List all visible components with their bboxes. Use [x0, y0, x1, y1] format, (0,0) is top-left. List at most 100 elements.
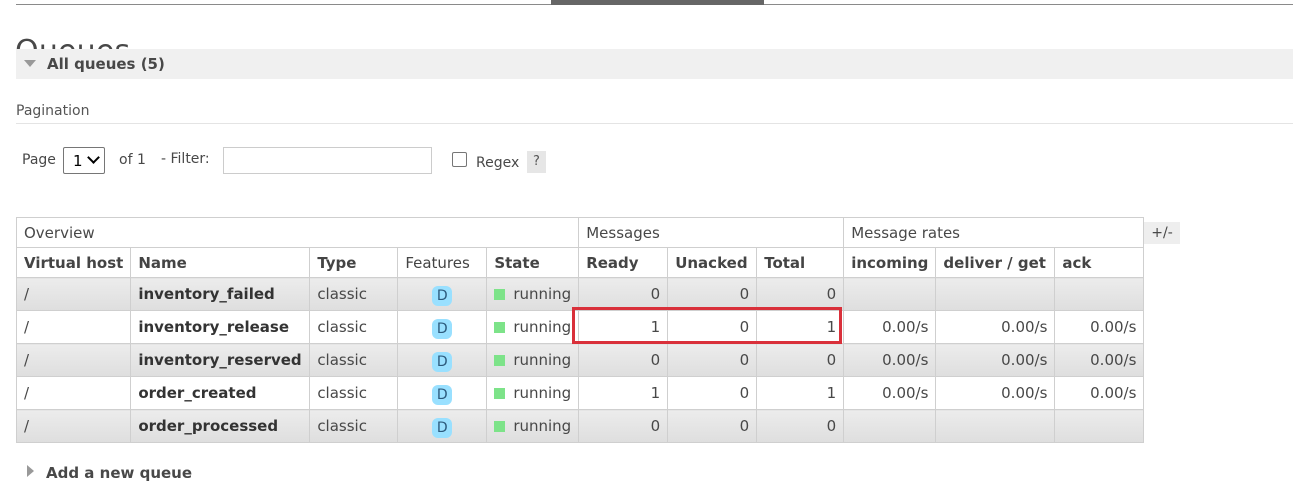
- vhost-cell: /: [15, 343, 132, 377]
- col-deliver-get[interactable]: deliver / get: [935, 247, 1056, 278]
- deliver-get-cell: [935, 277, 1056, 311]
- ack-cell: 0.00/s: [1054, 310, 1145, 344]
- running-status-icon: [494, 322, 506, 333]
- page-count-label: of 1: [119, 152, 146, 168]
- running-status-icon: [494, 355, 506, 366]
- unacked-cell: 0: [667, 277, 758, 311]
- chevron-down-icon: [87, 151, 100, 164]
- ready-cell: 0: [578, 343, 669, 377]
- active-tab-indicator: [551, 0, 764, 5]
- state-cell: running: [486, 376, 580, 410]
- regex-help-button[interactable]: ?: [527, 151, 546, 173]
- ready-cell: 0: [578, 277, 669, 311]
- total-cell: 1: [756, 376, 845, 410]
- col-unacked[interactable]: Unacked: [667, 247, 758, 278]
- col-type[interactable]: Type: [309, 247, 399, 278]
- unacked-cell: 0: [667, 376, 758, 410]
- vhost-cell: /: [15, 277, 132, 311]
- durable-badge: D: [432, 286, 453, 306]
- pagination-heading: Pagination: [16, 103, 90, 119]
- vhost-cell: /: [15, 376, 132, 410]
- table-row: / inventory_reserved classic D running 0…: [15, 343, 1145, 377]
- col-state[interactable]: State: [486, 247, 580, 278]
- incoming-cell: 0.00/s: [843, 343, 937, 377]
- running-status-icon: [494, 421, 506, 432]
- type-cell: classic: [309, 310, 399, 344]
- all-queues-section-toggle[interactable]: All queues (5): [16, 49, 1293, 79]
- type-cell: classic: [309, 409, 399, 443]
- durable-badge: D: [432, 352, 453, 372]
- pagination-divider: [16, 123, 1293, 124]
- incoming-cell: 0.00/s: [843, 376, 937, 410]
- state-cell: running: [486, 310, 580, 344]
- incoming-cell: [843, 409, 937, 443]
- ack-cell: 0.00/s: [1054, 343, 1145, 377]
- table-row: / order_created classic D running 1 0 1 …: [15, 376, 1145, 410]
- vhost-cell: /: [15, 409, 132, 443]
- group-message-rates: Message rates: [843, 217, 1145, 248]
- total-cell: 0: [756, 409, 845, 443]
- deliver-get-cell: [935, 409, 1056, 443]
- features-cell: D: [397, 409, 488, 443]
- total-cell: 0: [756, 277, 845, 311]
- expand-triangle-icon: [27, 465, 34, 477]
- highlight-box: [572, 307, 842, 344]
- deliver-get-cell: 0.00/s: [935, 376, 1056, 410]
- running-status-icon: [494, 289, 506, 300]
- col-name[interactable]: Name: [130, 247, 311, 278]
- regex-checkbox[interactable]: [452, 152, 467, 167]
- ack-cell: 0.00/s: [1054, 376, 1145, 410]
- collapse-triangle-icon: [24, 60, 36, 67]
- col-features: Features: [397, 247, 488, 278]
- features-cell: D: [397, 310, 488, 344]
- ack-cell: [1054, 277, 1145, 311]
- group-messages: Messages: [578, 217, 845, 248]
- add-queue-label: Add a new queue: [46, 464, 193, 482]
- queue-name-link[interactable]: inventory_failed: [130, 277, 311, 311]
- queue-name-link[interactable]: inventory_release: [130, 310, 311, 344]
- table-row: / inventory_failed classic D running 0 0…: [15, 277, 1145, 311]
- running-status-icon: [494, 388, 506, 399]
- unacked-cell: 0: [667, 409, 758, 443]
- features-cell: D: [397, 277, 488, 311]
- ack-cell: [1054, 409, 1145, 443]
- ready-cell: 0: [578, 409, 669, 443]
- table-row: / order_processed classic D running 0 0 …: [15, 409, 1145, 443]
- col-incoming[interactable]: incoming: [843, 247, 937, 278]
- col-total[interactable]: Total: [756, 247, 845, 278]
- page-label: Page: [22, 152, 56, 168]
- features-cell: D: [397, 376, 488, 410]
- col-ready[interactable]: Ready: [578, 247, 669, 278]
- state-cell: running: [486, 409, 580, 443]
- ready-cell: 1: [578, 376, 669, 410]
- group-overview: Overview: [15, 217, 580, 248]
- type-cell: classic: [309, 343, 399, 377]
- page-select-value: 1: [73, 152, 83, 170]
- durable-badge: D: [432, 418, 453, 438]
- queue-name-link[interactable]: order_processed: [130, 409, 311, 443]
- filter-input[interactable]: [223, 147, 432, 174]
- durable-badge: D: [432, 319, 453, 339]
- deliver-get-cell: 0.00/s: [935, 343, 1056, 377]
- queue-name-link[interactable]: inventory_reserved: [130, 343, 311, 377]
- incoming-cell: [843, 277, 937, 311]
- state-cell: running: [486, 277, 580, 311]
- state-cell: running: [486, 343, 580, 377]
- type-cell: classic: [309, 376, 399, 410]
- incoming-cell: 0.00/s: [843, 310, 937, 344]
- col-virtual-host[interactable]: Virtual host: [15, 247, 132, 278]
- type-cell: classic: [309, 277, 399, 311]
- page-select[interactable]: 1: [63, 147, 105, 174]
- section-label: All queues (5): [47, 55, 165, 73]
- features-cell: D: [397, 343, 488, 377]
- regex-label: Regex: [476, 155, 520, 171]
- durable-badge: D: [432, 385, 453, 405]
- unacked-cell: 0: [667, 343, 758, 377]
- deliver-get-cell: 0.00/s: [935, 310, 1056, 344]
- vhost-cell: /: [15, 310, 132, 344]
- toggle-columns-button[interactable]: +/-: [1144, 222, 1180, 244]
- col-ack[interactable]: ack: [1054, 247, 1145, 278]
- filter-label: - Filter:: [161, 151, 210, 167]
- queue-name-link[interactable]: order_created: [130, 376, 311, 410]
- total-cell: 0: [756, 343, 845, 377]
